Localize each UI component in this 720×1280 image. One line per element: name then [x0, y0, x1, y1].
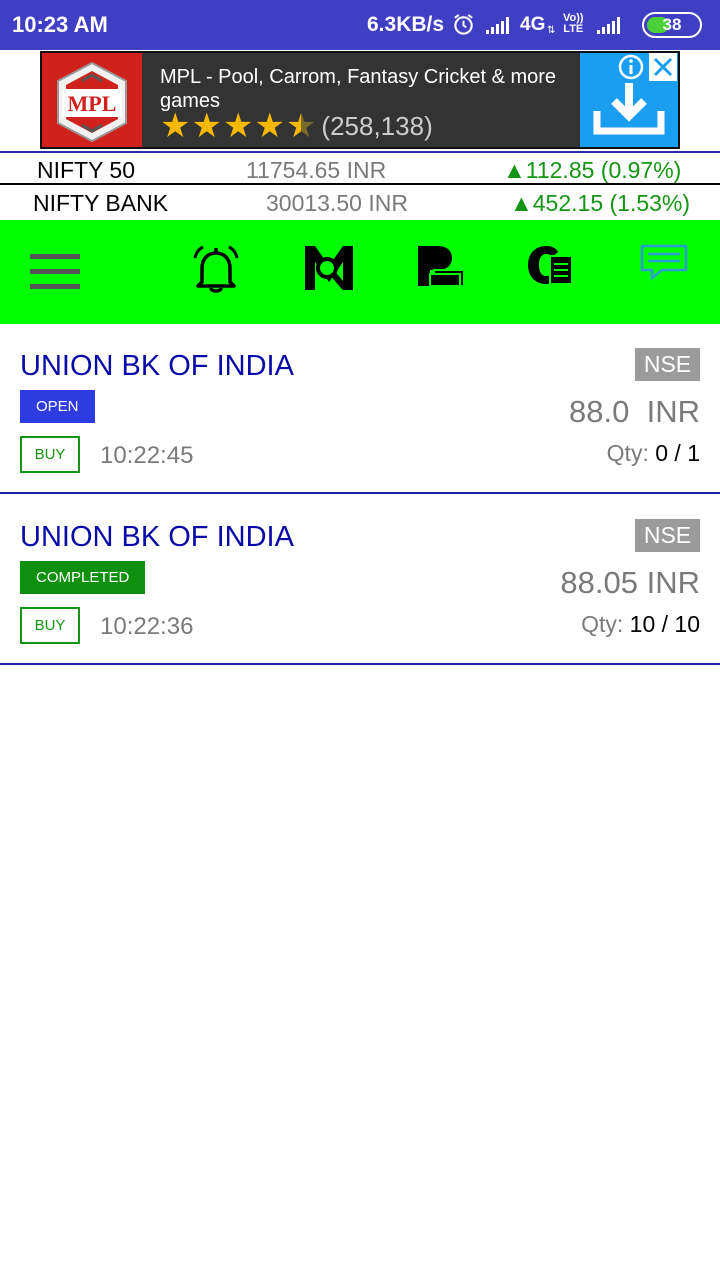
- toolbar: [0, 220, 720, 324]
- signal-icon-2: [597, 17, 620, 34]
- clock: 10:23 AM: [12, 12, 108, 37]
- order-status-badge: COMPLETED: [20, 561, 146, 594]
- order-symbol: UNION BK OF INDIA: [20, 521, 294, 553]
- index-row-nifty-50[interactable]: NIFTY 50 11754.65 INR ▲112.85 (0.97%): [0, 151, 720, 185]
- market-search-icon[interactable]: [303, 244, 355, 292]
- bell-icon[interactable]: [190, 244, 242, 296]
- data-arrows-icon: ⇅: [547, 25, 556, 36]
- message-icon[interactable]: [640, 244, 690, 284]
- order-symbol: UNION BK OF INDIA: [20, 350, 294, 382]
- order-price: 88.05 INR: [560, 565, 700, 600]
- star-icon: ★: [254, 107, 285, 145]
- ad-banner[interactable]: MPL MPL - Pool, Carrom, Fantasy Cricket …: [40, 51, 680, 149]
- network-type: 4G: [520, 14, 546, 35]
- ad-rating-count: (258,138): [321, 110, 433, 141]
- ad-rating: ★ ★ ★ ★ ★ (258,138): [160, 109, 433, 143]
- order-time: 10:22:36: [100, 613, 194, 640]
- signal-icon: [486, 17, 509, 34]
- order-side-badge: BUY: [20, 607, 80, 644]
- battery-icon: 38: [642, 12, 702, 38]
- index-value: 30013.50 INR: [266, 190, 408, 216]
- svg-text:MPL: MPL: [68, 91, 117, 116]
- star-icon: ★: [191, 107, 222, 145]
- index-value: 11754.65 INR: [246, 157, 387, 183]
- index-row-nifty-bank[interactable]: NIFTY BANK 30013.50 INR ▲452.15 (1.53%): [0, 186, 720, 220]
- order-price: 88.0 INR: [569, 394, 700, 429]
- orders-icon[interactable]: [526, 244, 578, 288]
- order-qty: Qty: 10 / 10: [581, 611, 700, 637]
- star-icon: ★: [160, 107, 191, 145]
- index-change: ▲452.15 (1.53%): [510, 190, 691, 216]
- order-side-badge: BUY: [20, 436, 80, 473]
- order-qty: Qty: 0 / 1: [606, 440, 700, 466]
- mpl-logo: MPL: [42, 53, 142, 147]
- index-name: NIFTY 50: [37, 157, 135, 183]
- index-change: ▲112.85 (0.97%): [503, 157, 682, 183]
- exchange-badge: NSE: [635, 519, 700, 552]
- order-item[interactable]: UNION BK OF INDIA COMPLETED BUY 10:22:36…: [0, 495, 720, 665]
- exchange-badge: NSE: [635, 348, 700, 381]
- ad-title: MPL - Pool, Carrom, Fantasy Cricket & mo…: [160, 66, 557, 112]
- ad-info-icon[interactable]: [617, 53, 645, 81]
- network-speed: 6.3KB/s: [367, 13, 445, 36]
- menu-icon[interactable]: [30, 254, 82, 292]
- volte-indicator: Vo)) LTE: [563, 12, 584, 35]
- order-time: 10:22:45: [100, 442, 194, 469]
- alarm-icon: [454, 14, 473, 35]
- status-bar: 10:23 AM 6.3KB/s 4G ⇅ Vo)) LTE 38: [0, 0, 720, 50]
- order-item[interactable]: UNION BK OF INDIA OPEN BUY 10:22:45 NSE …: [0, 324, 720, 494]
- order-status-badge: OPEN: [20, 390, 95, 423]
- star-icon: ★: [222, 107, 254, 145]
- index-name: NIFTY BANK: [33, 190, 169, 216]
- portfolio-icon[interactable]: [416, 244, 468, 288]
- half-star-icon: ★: [285, 107, 317, 145]
- ad-close-icon[interactable]: [649, 53, 677, 81]
